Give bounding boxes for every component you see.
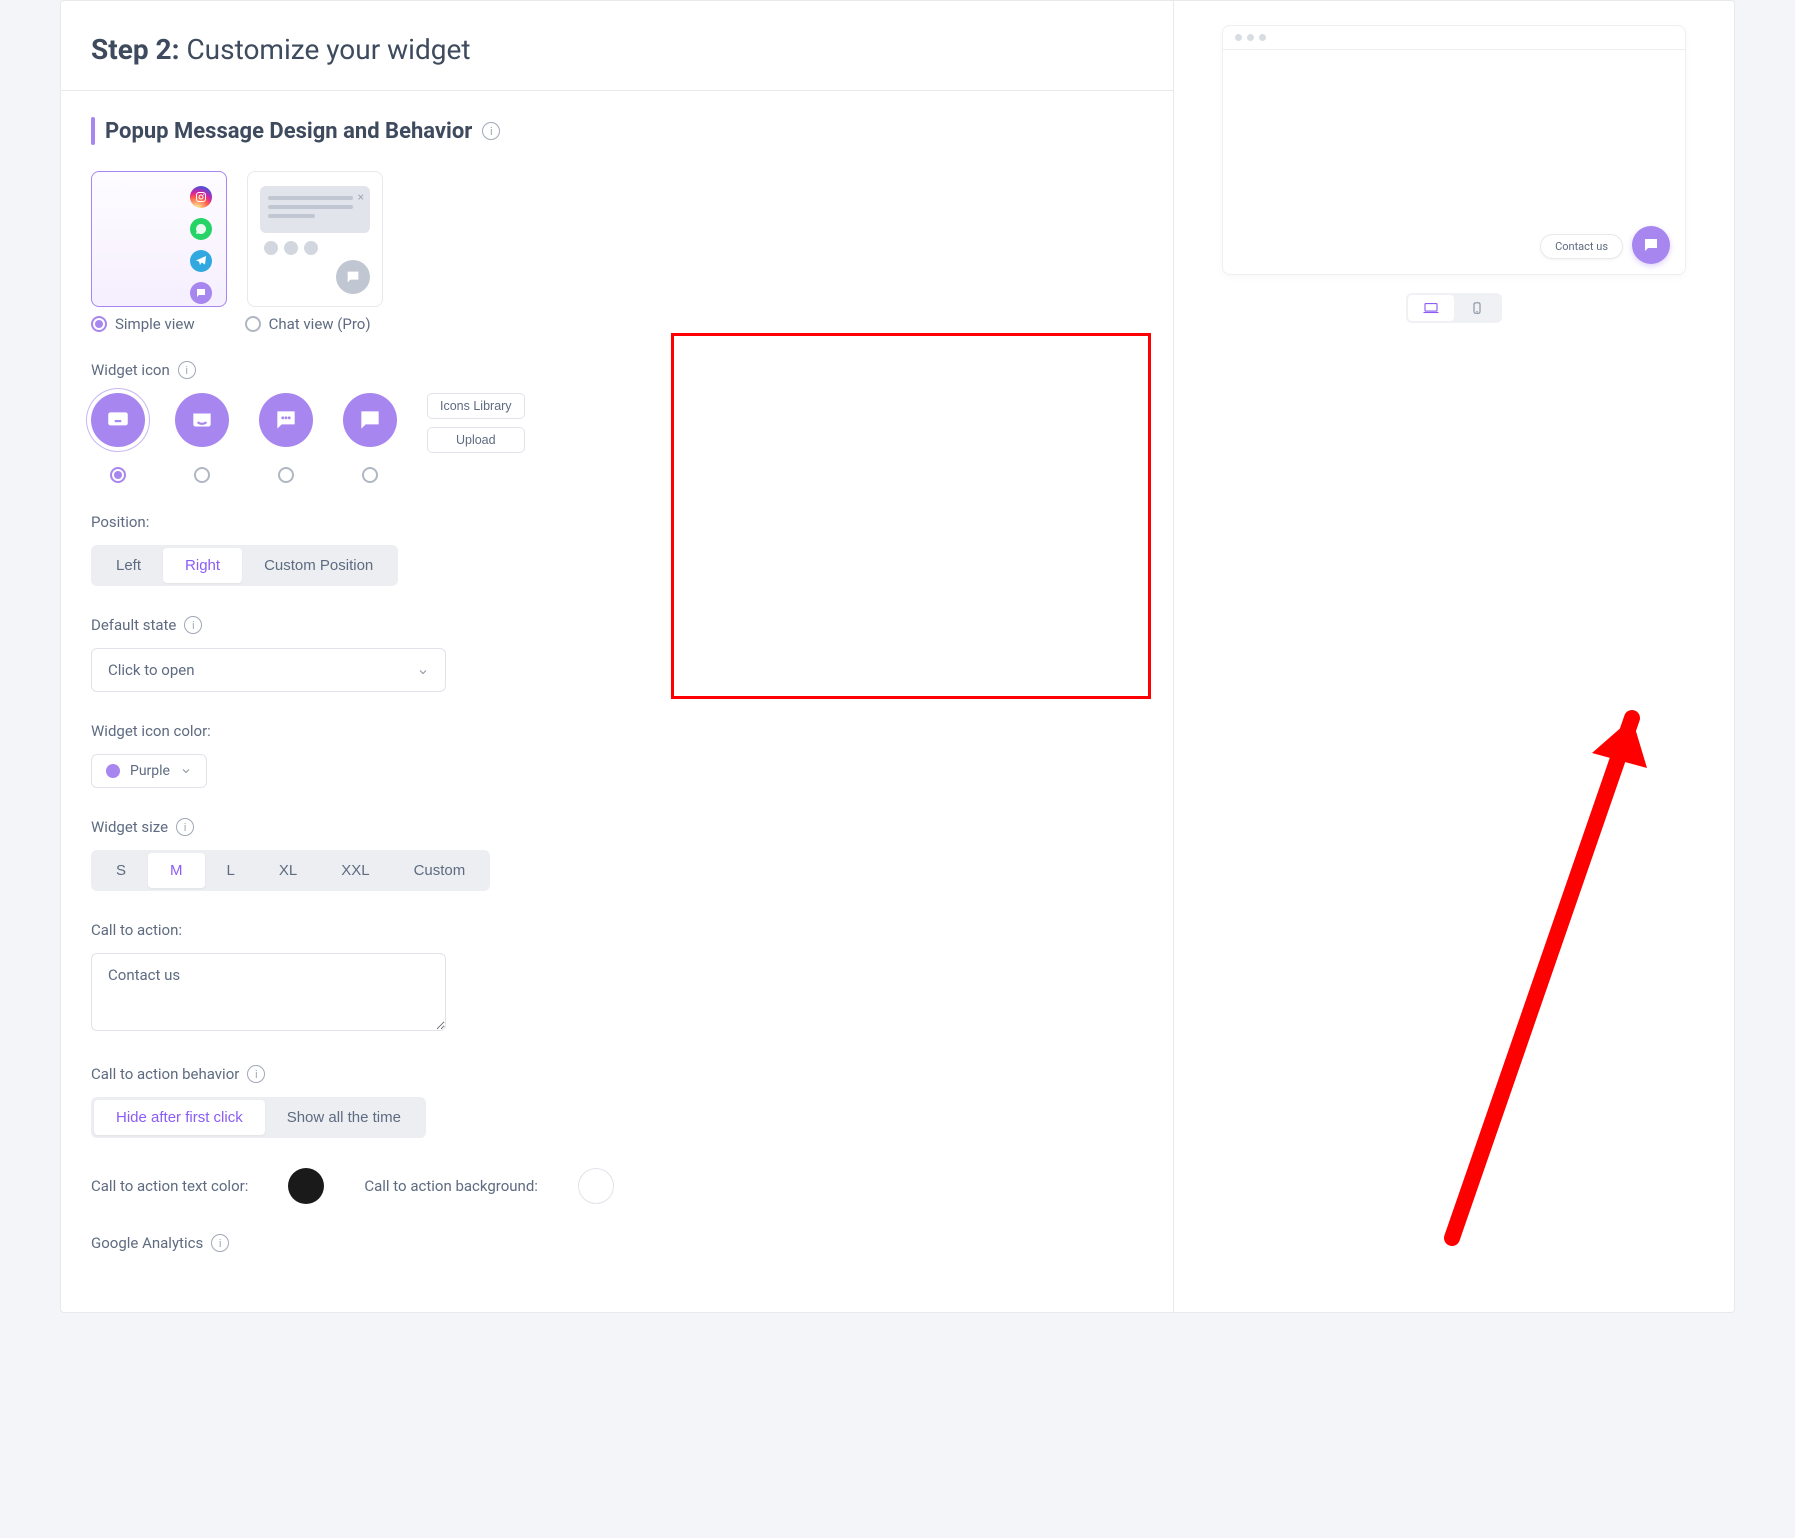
size-s[interactable]: S	[94, 853, 148, 888]
cta-textarea[interactable]	[91, 953, 446, 1031]
mobile-icon	[1468, 301, 1486, 315]
simple-view-card[interactable]	[91, 171, 227, 307]
laptop-icon	[1422, 301, 1440, 315]
info-icon[interactable]: i	[184, 616, 202, 634]
info-icon[interactable]: i	[178, 361, 196, 379]
step-title: Step 2: Customize your widget	[91, 33, 1143, 66]
widget-icon-option-2[interactable]	[175, 393, 229, 483]
size-l[interactable]: L	[205, 853, 257, 888]
section-title-row: Popup Message Design and Behavior i	[91, 117, 1143, 145]
telegram-icon	[190, 250, 212, 272]
close-icon: ×	[358, 190, 364, 204]
icons-library-button[interactable]: Icons Library	[427, 393, 525, 419]
cta-behavior-label: Call to action behavior	[91, 1065, 239, 1083]
section-bar	[91, 117, 95, 145]
instagram-icon	[190, 186, 212, 208]
cta-text-color-swatch[interactable]	[288, 1168, 324, 1204]
icon-color-select[interactable]: Purple	[91, 754, 207, 788]
analytics-label: Google Analytics	[91, 1234, 203, 1252]
position-label: Position:	[91, 513, 149, 531]
chevron-down-icon	[180, 765, 192, 777]
preview-chat-button	[1632, 226, 1670, 264]
size-custom[interactable]: Custom	[392, 853, 488, 888]
chevron-down-icon	[417, 664, 429, 676]
preview-window: Contact us	[1222, 25, 1686, 275]
cta-behavior-segmented: Hide after first click Show all the time	[91, 1097, 426, 1138]
widget-icon-option-3[interactable]	[259, 393, 313, 483]
widget-icon-option-1[interactable]	[91, 393, 145, 483]
widget-icon-option-4[interactable]	[343, 393, 397, 483]
preview-window-header	[1223, 26, 1685, 50]
position-segmented: Left Right Custom Position	[91, 545, 398, 586]
size-xxl[interactable]: XXL	[319, 853, 391, 888]
cta-label: Call to action:	[91, 921, 182, 939]
position-right[interactable]: Right	[163, 548, 242, 583]
chat-view-radio[interactable]: Chat view (Pro)	[245, 315, 371, 333]
chat-icon	[190, 282, 212, 304]
cta-hide-after-click[interactable]: Hide after first click	[94, 1100, 265, 1135]
size-segmented: S M L XL XXL Custom	[91, 850, 490, 891]
info-icon[interactable]: i	[176, 818, 194, 836]
widget-icon-label: Widget icon	[91, 361, 170, 379]
cta-show-always[interactable]: Show all the time	[265, 1100, 423, 1135]
cta-text-color-label: Call to action text color:	[91, 1177, 248, 1195]
step-header: Step 2: Customize your widget	[61, 1, 1173, 91]
info-icon[interactable]: i	[211, 1234, 229, 1252]
default-state-label: Default state	[91, 616, 176, 634]
icon-color-label: Widget icon color:	[91, 722, 211, 740]
section-title: Popup Message Design and Behavior	[105, 119, 472, 144]
preview-cta-bubble: Contact us	[1540, 234, 1623, 259]
cta-bg-color-label: Call to action background:	[364, 1177, 538, 1195]
simple-view-radio[interactable]: Simple view	[91, 315, 195, 333]
info-icon[interactable]: i	[247, 1065, 265, 1083]
chat-view-card[interactable]: ×	[247, 171, 383, 307]
whatsapp-icon	[190, 218, 212, 240]
position-left[interactable]: Left	[94, 548, 163, 583]
widget-size-label: Widget size	[91, 818, 168, 836]
info-icon[interactable]: i	[482, 122, 500, 140]
design-type-cards: ×	[91, 171, 1143, 307]
chat-bubble-icon	[336, 260, 370, 294]
device-segmented	[1406, 293, 1502, 323]
cta-bg-color-swatch[interactable]	[578, 1168, 614, 1204]
annotation-arrow	[1442, 698, 1662, 1248]
default-state-select[interactable]: Click to open	[91, 648, 446, 692]
position-custom[interactable]: Custom Position	[242, 548, 395, 583]
size-m[interactable]: M	[148, 853, 205, 888]
size-xl[interactable]: XL	[257, 853, 319, 888]
device-mobile[interactable]	[1454, 295, 1500, 321]
upload-button[interactable]: Upload	[427, 427, 525, 453]
device-desktop[interactable]	[1408, 295, 1454, 321]
